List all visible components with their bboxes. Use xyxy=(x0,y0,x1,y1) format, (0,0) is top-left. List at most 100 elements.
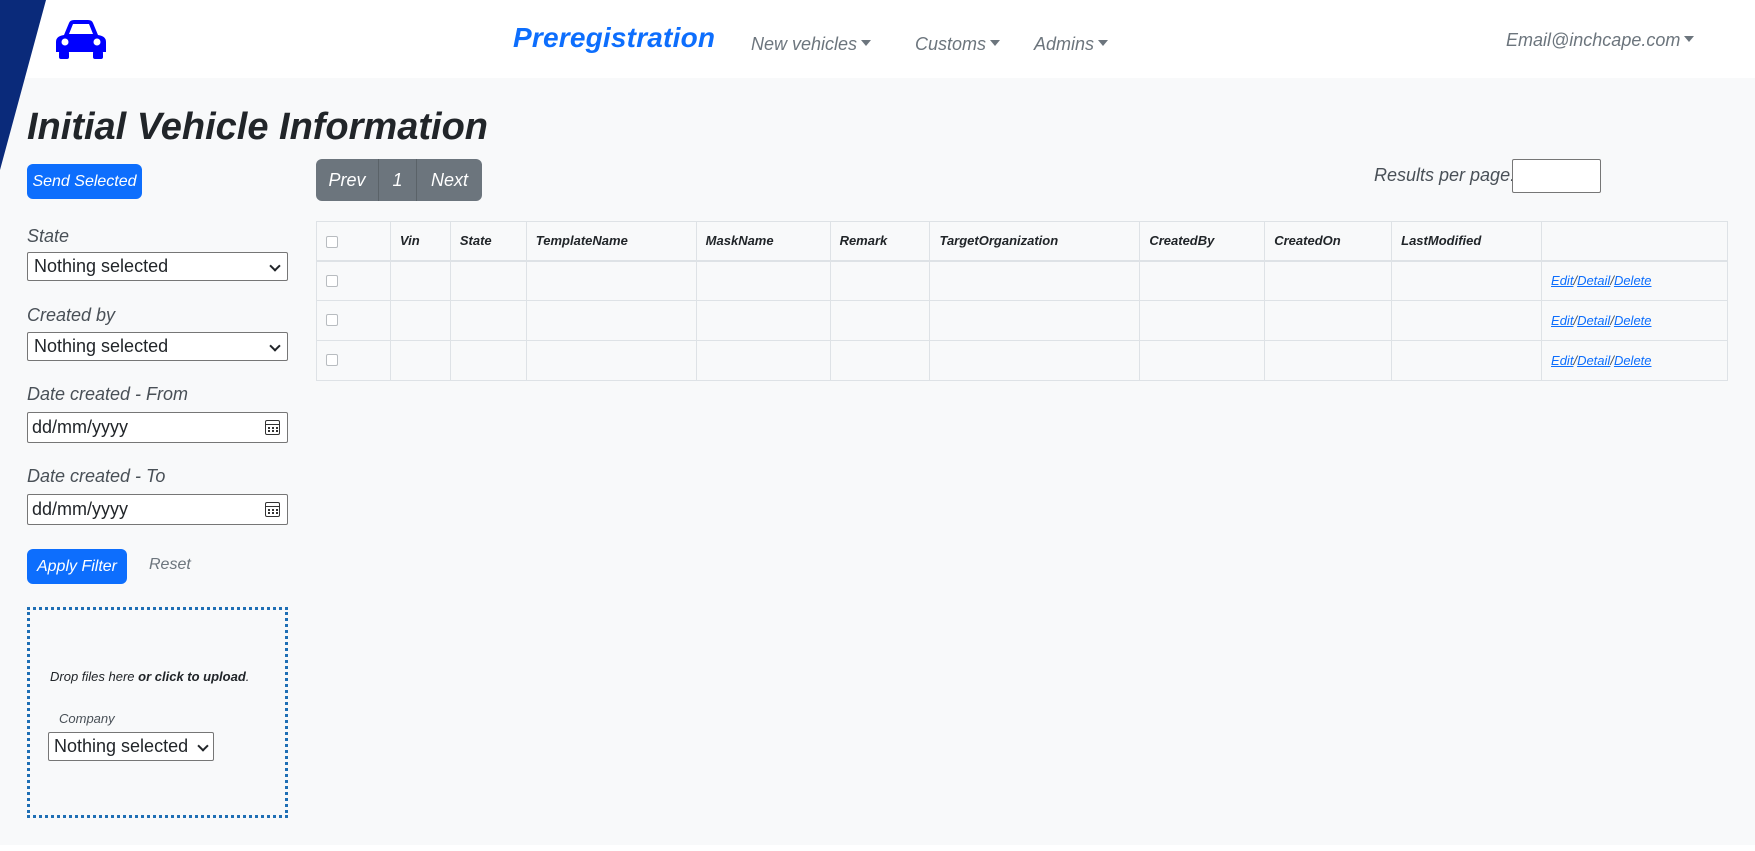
car-icon[interactable] xyxy=(54,18,108,60)
next-page-button[interactable]: Next xyxy=(417,159,482,201)
column-header-mask-name[interactable]: MaskName xyxy=(695,221,831,262)
column-header-remark[interactable]: Remark xyxy=(829,221,931,262)
edit-link[interactable]: Edit xyxy=(1551,313,1573,328)
cell-vin xyxy=(389,340,451,381)
send-selected-button[interactable]: Send Selected xyxy=(27,164,142,199)
row-checkbox[interactable] xyxy=(326,274,338,287)
user-menu[interactable]: Email@inchcape.com xyxy=(1506,30,1695,51)
column-header-created-by[interactable]: CreatedBy xyxy=(1139,221,1266,262)
cell-created-on xyxy=(1264,260,1393,301)
page-1-button[interactable]: 1 xyxy=(379,159,417,201)
edit-link[interactable]: Edit xyxy=(1551,273,1573,288)
cell-created-by xyxy=(1139,340,1266,381)
prev-page-button[interactable]: Prev xyxy=(316,159,379,201)
cell-remark xyxy=(829,260,931,301)
delete-link[interactable]: Delete xyxy=(1614,313,1652,328)
dropzone-instructions: Drop files here or click to upload. xyxy=(50,669,249,684)
cell-last-modified xyxy=(1391,340,1543,381)
cell-target-organization xyxy=(929,300,1141,341)
cell-last-modified xyxy=(1391,260,1543,301)
file-dropzone[interactable]: Drop files here or click to upload. Comp… xyxy=(27,607,288,818)
date-from-label: Date created - From xyxy=(27,384,189,404)
date-from-input[interactable]: dd/mm/yyyy xyxy=(27,412,288,443)
page-title: Initial Vehicle Information xyxy=(27,106,488,148)
row-checkbox[interactable] xyxy=(326,314,338,327)
cell-created-on xyxy=(1264,300,1393,341)
row-actions: Edit/Detail/Delete xyxy=(1541,300,1728,341)
cell-target-organization xyxy=(929,340,1141,381)
column-header-template-name[interactable]: TemplateName xyxy=(525,221,697,262)
chevron-down-icon xyxy=(197,740,209,752)
state-filter-label: State xyxy=(27,226,70,246)
table-row: Edit/Detail/Delete xyxy=(316,300,1728,341)
caret-down-icon xyxy=(861,40,872,47)
brand-title[interactable]: Preregistration xyxy=(513,22,715,54)
results-per-page-label: Results per page: xyxy=(1374,165,1516,185)
state-select-value: Nothing selected xyxy=(34,256,169,276)
table-row: Edit/Detail/Delete xyxy=(316,260,1728,301)
row-select-cell xyxy=(316,260,391,301)
delete-link[interactable]: Delete xyxy=(1614,353,1652,368)
date-to-label: Date created - To xyxy=(27,466,166,486)
nav-menu-customs[interactable]: Customs xyxy=(915,34,1001,55)
reset-link[interactable]: Reset xyxy=(149,556,191,574)
caret-down-icon xyxy=(1098,40,1109,47)
cell-mask-name xyxy=(695,340,831,381)
created-by-filter-label: Created by xyxy=(27,305,116,325)
cell-created-by xyxy=(1139,260,1266,301)
nav-menu-label: Customs xyxy=(915,34,987,54)
row-select-cell xyxy=(316,340,391,381)
calendar-icon[interactable] xyxy=(265,502,280,517)
edit-link[interactable]: Edit xyxy=(1551,353,1573,368)
chevron-down-icon xyxy=(269,340,281,352)
nav-menu-new-vehicles[interactable]: New vehicles xyxy=(751,34,872,55)
cell-target-organization xyxy=(929,260,1141,301)
caret-down-icon xyxy=(1684,36,1695,43)
dropzone-upload-link[interactable]: or click to upload xyxy=(138,669,246,684)
created-by-select[interactable]: Nothing selected xyxy=(27,332,288,361)
cell-remark xyxy=(829,300,931,341)
column-header-target-organization[interactable]: TargetOrganization xyxy=(929,221,1141,262)
select-all-cell xyxy=(316,221,391,262)
nav-menu-label: Admins xyxy=(1034,34,1095,54)
dropzone-text: Drop files here xyxy=(50,669,139,684)
cell-created-by xyxy=(1139,300,1266,341)
cell-state xyxy=(449,300,527,341)
results-per-page-input[interactable] xyxy=(1512,159,1601,193)
cell-created-on xyxy=(1264,340,1393,381)
table-row: Edit/Detail/Delete xyxy=(316,340,1728,381)
company-label: Company xyxy=(59,711,115,726)
cell-template-name xyxy=(525,260,697,301)
row-actions: Edit/Detail/Delete xyxy=(1541,260,1728,301)
company-select-value: Nothing selected xyxy=(54,736,189,756)
detail-link[interactable]: Detail xyxy=(1577,353,1610,368)
date-to-placeholder: dd/mm/yyyy xyxy=(32,499,129,519)
delete-link[interactable]: Delete xyxy=(1614,273,1652,288)
user-email: Email@inchcape.com xyxy=(1506,30,1681,50)
date-to-input[interactable]: dd/mm/yyyy xyxy=(27,494,288,525)
cell-template-name xyxy=(525,300,697,341)
cell-state xyxy=(449,340,527,381)
apply-filter-button[interactable]: Apply Filter xyxy=(27,549,127,584)
nav-menu-admins[interactable]: Admins xyxy=(1034,34,1109,55)
pagination: Prev 1 Next xyxy=(316,159,482,201)
vehicle-table: Vin State TemplateName MaskName Remark T… xyxy=(316,221,1728,381)
created-by-select-value: Nothing selected xyxy=(34,336,169,356)
dropzone-text-end: . xyxy=(245,669,250,684)
date-from-placeholder: dd/mm/yyyy xyxy=(32,417,129,437)
row-actions: Edit/Detail/Delete xyxy=(1541,340,1728,381)
row-checkbox[interactable] xyxy=(326,354,338,367)
column-header-vin[interactable]: Vin xyxy=(389,221,451,262)
detail-link[interactable]: Detail xyxy=(1577,273,1610,288)
column-header-created-on[interactable]: CreatedOn xyxy=(1264,221,1393,262)
state-select[interactable]: Nothing selected xyxy=(27,252,288,281)
calendar-icon[interactable] xyxy=(265,420,280,435)
chevron-down-icon xyxy=(269,260,281,272)
column-header-last-modified[interactable]: LastModified xyxy=(1391,221,1543,262)
table-header-row: Vin State TemplateName MaskName Remark T… xyxy=(316,221,1728,262)
cell-vin xyxy=(389,300,451,341)
detail-link[interactable]: Detail xyxy=(1577,313,1610,328)
company-select[interactable]: Nothing selected xyxy=(48,732,214,761)
column-header-state[interactable]: State xyxy=(449,221,527,262)
select-all-checkbox[interactable] xyxy=(326,235,338,248)
